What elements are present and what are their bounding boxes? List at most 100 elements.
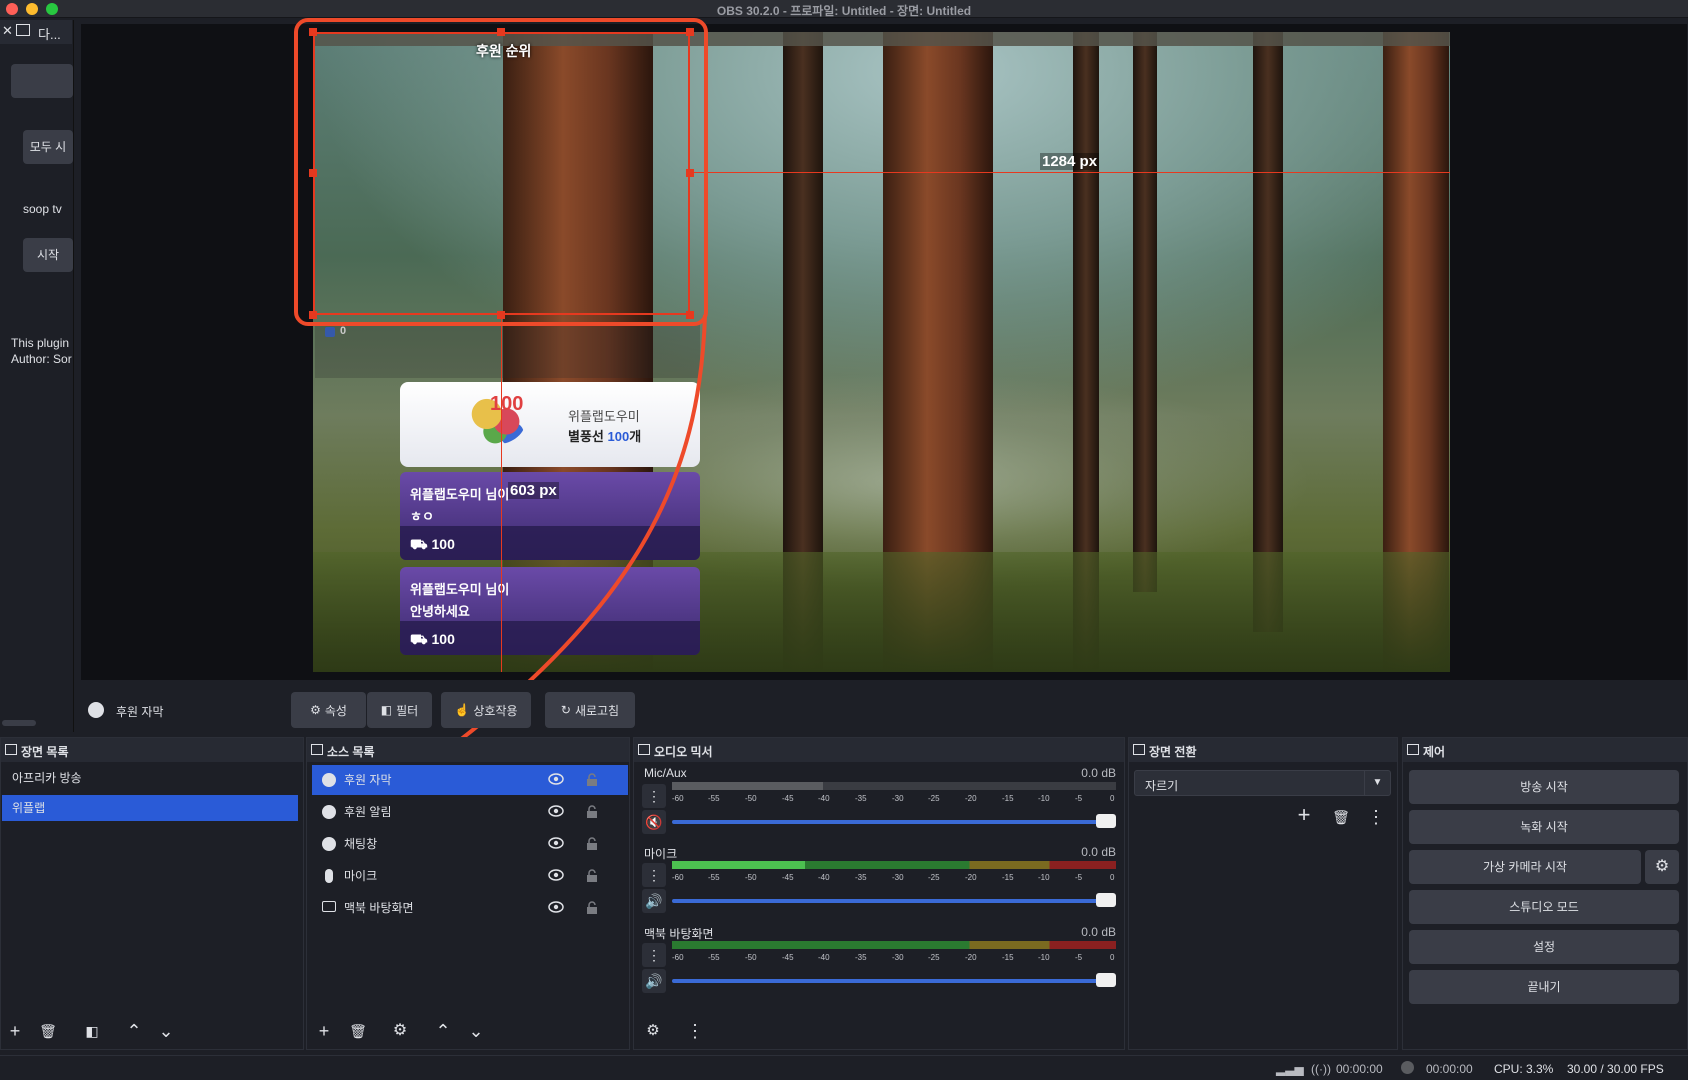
start-streaming-button[interactable]: 방송 시작 (1409, 770, 1679, 804)
transition-select[interactable]: 자르기 ▼ (1134, 770, 1391, 796)
plugin-scrollbar[interactable] (2, 720, 36, 726)
properties-button[interactable]: ⚙ 속성 (291, 692, 366, 728)
move-up-icon[interactable]: ⌃ (122, 1020, 146, 1044)
source-item[interactable]: 채팅창 (312, 829, 628, 859)
trash-icon[interactable]: 🗑 (346, 1020, 370, 1044)
plugin-description: This plugin (11, 336, 70, 350)
scene-filter-icon[interactable]: ◧ (80, 1020, 104, 1044)
channel-menu-icon[interactable]: ⋮ (642, 943, 666, 967)
add-transition-button[interactable]: + (1292, 804, 1316, 828)
filter-icon: ◧ (380, 703, 393, 717)
start-virtual-camera-button[interactable]: 가상 카메라 시작 (1409, 850, 1641, 884)
scene-item[interactable]: 아프리카 방송 (2, 765, 298, 791)
dock-float-icon[interactable] (1133, 744, 1145, 755)
volume-slider[interactable] (672, 899, 1116, 903)
stream-time: 00:00:00 (1336, 1062, 1383, 1076)
mixer-channel: Mic/Aux 0.0 dB -60 -55 -50 -45 -40 -35 -30 -25-… (640, 766, 1120, 846)
visibility-eye-icon[interactable] (548, 869, 564, 881)
lock-icon[interactable] (586, 805, 598, 819)
volume-meter (672, 941, 1116, 949)
volume-slider-knob[interactable] (1096, 893, 1116, 907)
speaker-icon[interactable]: 🔊 (642, 889, 666, 913)
mixer-settings-gear-icon[interactable]: ⚙ (641, 1020, 665, 1044)
channel-menu-icon[interactable]: ⋮ (642, 784, 666, 808)
scenes-title: 장면 목록 (21, 745, 69, 759)
filters-button[interactable]: ◧ 필터 (367, 692, 432, 728)
add-source-button[interactable]: + (312, 1020, 336, 1044)
globe-icon (322, 805, 336, 819)
status-bar: ▂▃▅ ((·)) 00:00:00 00:00:00 CPU: 3.3% 30… (0, 1055, 1688, 1080)
muted-speaker-icon[interactable]: 🔇 (642, 810, 666, 834)
volume-slider-knob[interactable] (1096, 814, 1116, 828)
meter-ticks: -60 -55 -50 -45 -40 -35 -30 -25 -20 -15 -10 -5 0 (672, 953, 1115, 962)
volume-slider[interactable] (672, 820, 1116, 824)
gear-icon[interactable]: ⚙ (1645, 850, 1679, 884)
source-item[interactable]: 마이크 (312, 861, 628, 891)
start-recording-button[interactable]: 녹화 시작 (1409, 810, 1679, 844)
title-bar: OBS 30.2.0 - 프로파일: Untitled - 장면: Untitl… (0, 0, 1688, 18)
transitions-title: 장면 전환 (1149, 745, 1197, 759)
gear-icon[interactable]: ⚙ (388, 1020, 412, 1044)
globe-icon (322, 837, 336, 851)
dock-float-icon[interactable] (638, 744, 650, 755)
mixer-channel: 맥북 바탕화면 0.0 dB -60 -55 -50 -45 -40 -35 -30 -25-… (640, 925, 1120, 1005)
visibility-eye-icon[interactable] (548, 773, 564, 785)
trash-icon[interactable]: 🗑 (1329, 806, 1353, 830)
lock-icon[interactable] (586, 901, 598, 915)
studio-mode-button[interactable]: 스튜디오 모드 (1409, 890, 1679, 924)
interact-button[interactable]: ☝ 상호작용 (441, 692, 531, 728)
move-down-icon[interactable]: ⌄ (464, 1020, 488, 1044)
distance-guide (690, 172, 1450, 173)
scene-item-selected[interactable]: 위플랩 (2, 795, 298, 821)
trash-icon[interactable]: 🗑 (36, 1020, 60, 1044)
dock-float-icon[interactable] (1407, 744, 1419, 755)
fps-readout: 30.00 / 30.00 FPS (1567, 1062, 1664, 1076)
visibility-eye-icon[interactable] (548, 837, 564, 849)
source-item[interactable]: 맥북 바탕화면 (312, 893, 628, 923)
dock-float-icon[interactable] (5, 744, 17, 755)
globe-icon (322, 773, 336, 787)
source-item[interactable]: 후원 알림 (312, 797, 628, 827)
move-down-icon[interactable]: ⌄ (154, 1020, 178, 1044)
channel-menu-icon[interactable]: ⋮ (642, 863, 666, 887)
volume-slider[interactable] (672, 979, 1116, 983)
transition-menu-icon[interactable]: ⋮ (1364, 806, 1388, 830)
record-time: 00:00:00 (1426, 1062, 1473, 1076)
lock-icon[interactable] (586, 869, 598, 883)
mixer-menu-icon[interactable]: ⋮ (683, 1020, 707, 1044)
source-item-selected[interactable]: 후원 자막 (312, 765, 628, 795)
monitor-icon (322, 901, 336, 912)
move-up-icon[interactable]: ⌃ (431, 1020, 455, 1044)
gear-icon: ⚙ (310, 703, 321, 717)
cpu-usage: CPU: 3.3% (1494, 1062, 1554, 1076)
exit-button[interactable]: 끝내기 (1409, 970, 1679, 1004)
plugin-blank-button[interactable] (11, 64, 73, 98)
lock-icon[interactable] (586, 773, 598, 787)
dock-float-icon[interactable] (311, 744, 323, 755)
selected-source-name: 후원 자막 (116, 705, 164, 719)
lock-icon[interactable] (586, 837, 598, 851)
chevron-down-icon: ▼ (1364, 771, 1390, 795)
settings-button[interactable]: 설정 (1409, 930, 1679, 964)
mixer-title: 오디오 믹서 (654, 745, 713, 759)
mixer-channel: 마이크 0.0 dB -60 -55 -50 -45 -40 -35 -30 -25 -20 -1… (640, 845, 1120, 925)
mic-icon (325, 869, 333, 883)
add-scene-button[interactable]: + (3, 1020, 27, 1044)
plugin-start-button[interactable]: 시작 (23, 238, 73, 272)
signal-bars-icon: ▂▃▅ (1276, 1062, 1304, 1076)
meter-ticks: -60 -55 -50 -45 -40 -35 -30 -25 -20 -15 -10 -5 0 (672, 794, 1115, 803)
refresh-button[interactable]: ↻ 새로고침 (545, 692, 635, 728)
refresh-icon: ↻ (560, 703, 571, 717)
volume-meter (672, 782, 1116, 790)
tree-trunk (1133, 32, 1157, 592)
plugin-all-button[interactable]: 모두 시 (23, 130, 73, 164)
plugin-soop-label: soop tv (23, 202, 62, 216)
dock-float-icon[interactable] (16, 24, 30, 36)
visibility-eye-icon[interactable] (548, 901, 564, 913)
visibility-eye-icon[interactable] (548, 805, 564, 817)
broadcast-icon: ((·)) (1311, 1062, 1331, 1076)
annotation-rectangle (294, 18, 708, 326)
speaker-icon[interactable]: 🔊 (642, 969, 666, 993)
volume-slider-knob[interactable] (1096, 973, 1116, 987)
close-icon[interactable]: ✕ (2, 23, 13, 39)
